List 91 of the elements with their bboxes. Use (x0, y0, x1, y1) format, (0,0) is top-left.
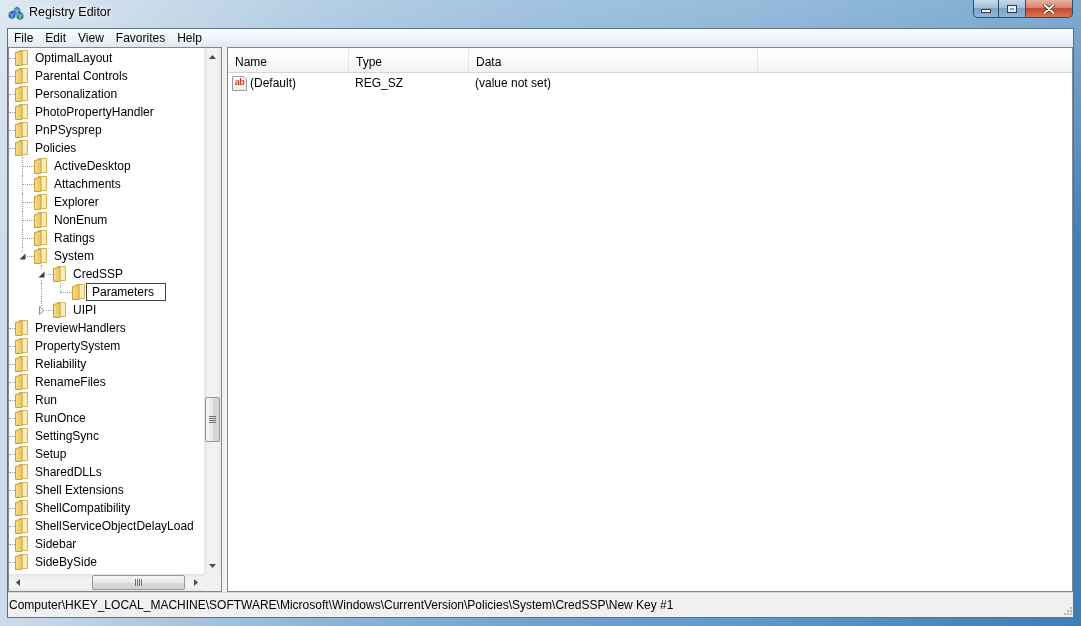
grip-icon (209, 416, 216, 423)
folder-icon (15, 50, 28, 66)
tree-item[interactable]: PnPSysprep (33, 122, 104, 138)
tree-item[interactable]: Policies (33, 140, 79, 156)
left-arrow-icon (15, 579, 20, 586)
tree-item[interactable]: OptimalLayout (33, 50, 115, 66)
tree-item[interactable]: Attachments (52, 176, 123, 192)
column-header[interactable]: Data (469, 48, 758, 72)
maximize-button[interactable] (999, 0, 1026, 18)
tree-item[interactable]: System (52, 248, 96, 264)
folder-icon (34, 194, 47, 210)
menu-item[interactable]: Edit (39, 29, 73, 47)
maximize-icon (1007, 4, 1017, 13)
folder-icon (34, 176, 47, 192)
window-title: Registry Editor (29, 4, 111, 20)
up-arrow-icon (209, 54, 216, 59)
folder-icon (53, 266, 66, 282)
size-grip-icon[interactable] (1062, 605, 1072, 615)
folder-icon (72, 284, 85, 300)
folder-icon (15, 518, 28, 534)
column-header[interactable]: Name (228, 48, 349, 72)
tree-item[interactable]: ActiveDesktop (52, 158, 133, 174)
vertical-scrollbar[interactable] (204, 48, 221, 574)
string-value-icon: ab (232, 75, 247, 91)
tree-item[interactable]: SharedDLLs (33, 464, 104, 480)
tree-item[interactable]: Run (33, 392, 59, 408)
menu-item[interactable]: View (72, 29, 110, 47)
value-name[interactable]: (Default) (250, 76, 296, 90)
folder-icon (15, 446, 28, 462)
tree-item[interactable]: Personalization (33, 86, 120, 102)
folder-icon (15, 68, 28, 84)
status-path: Computer\HKEY_LOCAL_MACHINE\SOFTWARE\Microsoft\Windows\CurrentVersion\Policies\System\CredSSP\New Key #1 (9, 597, 674, 613)
tree-item[interactable]: CredSSP (71, 266, 126, 282)
grip-icon (135, 579, 142, 586)
folder-icon (15, 356, 28, 372)
tree-item[interactable]: PreviewHandlers (33, 320, 128, 336)
close-button[interactable] (1026, 0, 1073, 18)
folder-icon (15, 536, 28, 552)
scroll-thumb[interactable] (92, 575, 185, 590)
value-type: REG_SZ (354, 76, 404, 90)
folder-icon (15, 428, 28, 444)
column-header[interactable]: Type (349, 48, 469, 72)
folder-icon (15, 140, 28, 156)
close-icon (1043, 3, 1055, 14)
cubes-icon (8, 5, 24, 21)
tree-item[interactable]: PropertySystem (33, 338, 123, 354)
minimize-icon (981, 8, 991, 13)
folder-icon (34, 230, 47, 246)
tree-item[interactable]: NonEnum (52, 212, 110, 228)
down-arrow-icon (209, 563, 216, 568)
folder-icon (15, 122, 28, 138)
folder-icon (53, 302, 66, 318)
tree-item[interactable]: Sidebar (33, 536, 79, 552)
folder-icon (34, 248, 47, 264)
tree-item[interactable]: SettingSync (33, 428, 102, 444)
menu-item[interactable]: File (8, 29, 40, 47)
tree-item[interactable]: RenameFiles (33, 374, 108, 390)
folder-icon (15, 392, 28, 408)
tree-item[interactable]: Explorer (52, 194, 101, 210)
folder-icon (15, 464, 28, 480)
tree-item[interactable]: RunOnce (33, 410, 88, 426)
menu-item[interactable]: Help (171, 29, 208, 47)
tree-item[interactable]: UIPI (71, 302, 99, 318)
folder-icon (15, 338, 28, 354)
folder-icon (15, 86, 28, 102)
folder-icon (15, 104, 28, 120)
tree-item[interactable]: ShellServiceObjectDelayLoad (33, 518, 196, 534)
tree-item[interactable]: Reliability (33, 356, 89, 372)
folder-icon (15, 410, 28, 426)
tree-item[interactable]: Ratings (52, 230, 97, 246)
folder-icon (34, 212, 47, 228)
folder-icon (34, 158, 47, 174)
expand-arrow-icon[interactable] (37, 306, 46, 315)
tree-item[interactable]: Setup (33, 446, 69, 462)
folder-icon (15, 554, 28, 570)
scroll-thumb[interactable] (205, 397, 220, 442)
folder-icon (15, 482, 28, 498)
minimize-button[interactable] (973, 0, 999, 18)
folder-icon (15, 500, 28, 516)
tree-item[interactable]: Parental Controls (33, 68, 130, 84)
value-data: (value not set) (474, 76, 553, 90)
right-arrow-icon (193, 579, 198, 586)
tree-item[interactable]: ShellCompatibility (33, 500, 133, 516)
rename-field[interactable]: Parameters (86, 283, 166, 301)
tree-item[interactable]: Shell Extensions (33, 482, 126, 498)
horizontal-scrollbar[interactable] (9, 574, 204, 591)
folder-icon (15, 374, 28, 390)
menu-item[interactable]: Favorites (109, 29, 172, 47)
tree-item[interactable]: SideBySide (33, 554, 100, 570)
folder-icon (15, 320, 28, 336)
tree-item[interactable]: PhotoPropertyHandler (33, 104, 156, 120)
